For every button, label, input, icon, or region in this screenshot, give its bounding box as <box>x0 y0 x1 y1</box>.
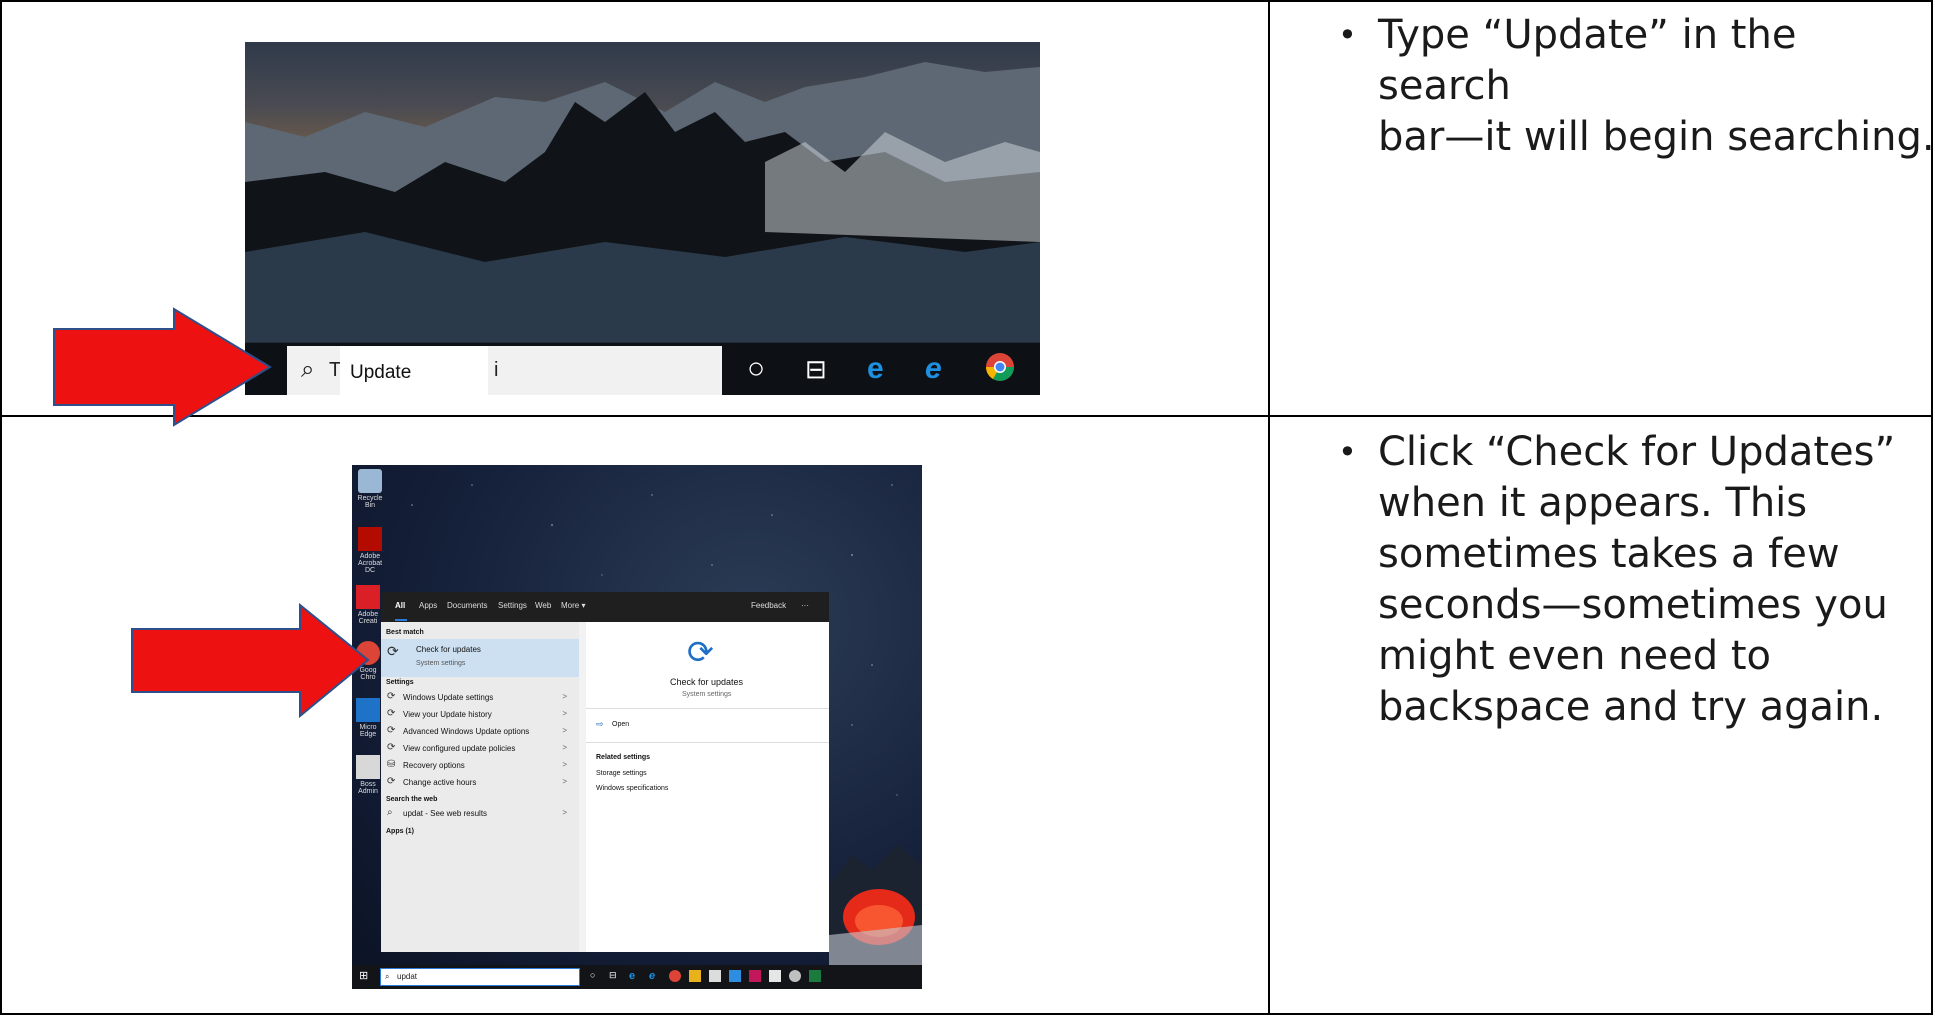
best-match-header: Best match <box>386 629 424 636</box>
tab-apps[interactable]: Apps <box>419 601 437 610</box>
detail-title: Check for updates <box>670 677 744 687</box>
search-typed-text: Update <box>350 362 412 383</box>
chrome-icon[interactable] <box>669 970 681 982</box>
tab-web[interactable]: Web <box>535 601 551 610</box>
open-button[interactable]: ⇨ Open <box>596 719 716 733</box>
desktop-icon-recycle-bin[interactable]: Recycle Bin <box>355 469 385 509</box>
chevron-right-icon: > <box>562 692 567 701</box>
instruction-line: seconds—sometimes you <box>1378 582 1888 628</box>
store-icon[interactable] <box>709 970 721 982</box>
tab-settings[interactable]: Settings <box>498 601 527 610</box>
taskbar: ⌕ T i Update ○ ⊟ e e <box>245 343 1040 395</box>
chevron-right-icon: > <box>562 760 567 769</box>
search-icon: ⌕ <box>385 972 390 981</box>
app-shield-icon[interactable] <box>749 970 761 982</box>
tab-more[interactable]: More ▾ <box>561 601 585 610</box>
divider <box>586 742 829 743</box>
chevron-right-icon: > <box>562 743 567 752</box>
divider <box>586 708 829 709</box>
search-icon: ⌕ <box>301 356 315 383</box>
refresh-icon: ⟳ <box>387 725 396 736</box>
refresh-icon: ⟳ <box>387 643 399 659</box>
chevron-right-icon: > <box>562 709 567 718</box>
instruction-line: backspace and try again. <box>1378 684 1884 730</box>
best-match-check-for-updates[interactable]: ⟳ Check for updates System settings <box>381 639 579 677</box>
bullet-icon: • <box>1338 16 1357 54</box>
search-placeholder: i <box>494 359 499 381</box>
active-tab-indicator <box>395 619 407 621</box>
instruction-line: sometimes takes a few <box>1378 531 1840 577</box>
cortana-icon[interactable]: ○ <box>747 352 765 386</box>
edge-icon[interactable]: e <box>629 970 641 982</box>
refresh-icon: ⟳ <box>387 691 396 702</box>
chevron-right-icon: > <box>562 726 567 735</box>
search-filter-tabs: All Apps Documents Settings Web More ▾ F… <box>381 592 829 622</box>
refresh-icon: ⟳ <box>387 776 396 787</box>
task-view-icon[interactable]: ⊟ <box>805 352 827 386</box>
windows-start-icon[interactable]: ⊞ <box>359 969 368 982</box>
search-box[interactable]: ⌕ T i Update <box>287 346 722 395</box>
instruction-line: bar—it will begin searching. <box>1378 114 1935 160</box>
instruction-line: might even need to <box>1378 633 1772 679</box>
open-icon: ⇨ <box>596 719 604 729</box>
recovery-icon: ⛁ <box>387 759 396 770</box>
related-windows-specifications[interactable]: Windows specifications <box>596 785 668 792</box>
desktop-icon-document[interactable]: Boss Admin <box>355 755 381 795</box>
related-settings-header: Related settings <box>596 754 651 761</box>
column-divider <box>1268 2 1270 1013</box>
red-arrow-icon <box>131 603 370 718</box>
row-divider <box>2 415 1931 417</box>
instruction-line: Click “Check for Updates” <box>1378 429 1896 475</box>
refresh-icon: ⟳ <box>387 742 396 753</box>
best-match-subtitle: System settings <box>416 660 466 667</box>
search-web-header: Search the web <box>386 796 438 803</box>
internet-explorer-icon[interactable]: e <box>649 970 661 982</box>
app-icon[interactable] <box>789 970 801 982</box>
desktop-icon-acrobat[interactable]: Adobe Acrobat DC <box>355 527 385 574</box>
instruction-2: • Click “Check for Updates” when it appe… <box>1338 427 1896 733</box>
edge-icon[interactable]: e <box>867 352 884 386</box>
detail-subtitle: System settings <box>682 691 732 698</box>
search-box[interactable]: ⌕ updat <box>380 968 580 986</box>
taskbar: ⊞ ⌕ updat ○ ⊟ e e <box>352 965 922 989</box>
apps-header: Apps (1) <box>386 828 414 835</box>
settings-header: Settings <box>386 679 414 686</box>
best-match-title: Check for updates <box>416 645 481 654</box>
tab-all[interactable]: All <box>395 601 405 610</box>
app-l-icon[interactable] <box>729 970 741 982</box>
mail-icon[interactable] <box>769 970 781 982</box>
chevron-right-icon: > <box>562 808 567 817</box>
search-icon: ⌕ <box>387 807 393 818</box>
cortana-icon[interactable]: ○ <box>590 970 602 982</box>
instruction-line: when it appears. This <box>1378 480 1808 526</box>
search-typed-text: updat <box>397 972 418 981</box>
more-options-icon[interactable]: ··· <box>801 601 809 610</box>
screenshot-search-results: Recycle Bin Adobe Acrobat DC Adobe Creat… <box>352 465 922 989</box>
task-view-icon[interactable]: ⊟ <box>609 970 621 982</box>
instruction-line: Type “Update” in the search <box>1378 12 1797 109</box>
result-change-active-hours[interactable]: ⟳ Change active hours > <box>381 772 579 792</box>
internet-explorer-icon[interactable]: e <box>925 352 942 386</box>
excel-icon[interactable] <box>809 970 821 982</box>
result-web-search[interactable]: ⌕ updat - See web results > <box>381 803 579 823</box>
typed-text-overlay: Update <box>340 346 488 395</box>
file-explorer-icon[interactable] <box>689 970 701 982</box>
instruction-1: • Type “Update” in the search bar—it wil… <box>1338 10 1935 163</box>
screenshot-taskbar-search: ⌕ T i Update ○ ⊟ e e <box>245 42 1040 395</box>
tab-documents[interactable]: Documents <box>447 601 487 610</box>
feedback-link[interactable]: Feedback <box>751 601 786 610</box>
chrome-icon[interactable] <box>985 352 1015 390</box>
related-storage-settings[interactable]: Storage settings <box>596 770 647 777</box>
refresh-large-icon: ⟳ <box>687 634 714 670</box>
bullet-icon: • <box>1338 433 1357 471</box>
refresh-icon: ⟳ <box>387 708 396 719</box>
chevron-right-icon: > <box>562 777 567 786</box>
red-arrow-icon <box>53 307 272 427</box>
